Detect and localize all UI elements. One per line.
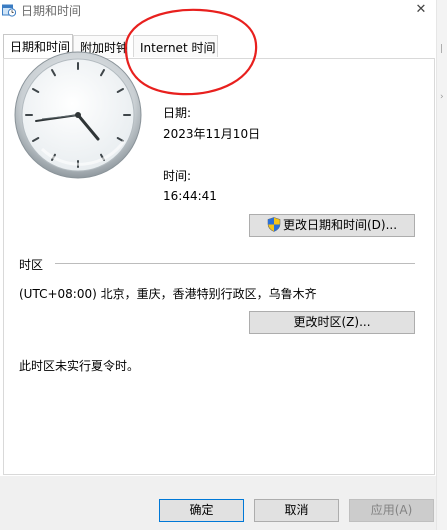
window-title: 日期和时间 [21,4,82,18]
tab-internet-time[interactable]: Internet 时间 [133,35,218,57]
calendar-clock-icon [2,4,16,17]
change-date-time-button[interactable]: 更改日期和时间(D)... [249,214,415,237]
change-timezone-button[interactable]: 更改时区(Z)... [249,311,415,334]
separator-mark-icon: | [440,44,444,54]
timezone-heading: 时区 [19,258,44,272]
dst-note: 此时区未实行夏令时。 [19,359,140,373]
ok-button[interactable]: 确定 [159,499,244,522]
background-window-edge: | › [436,0,447,530]
cancel-button[interactable]: 取消 [254,499,339,522]
uac-shield-icon [267,217,281,232]
time-label: 时间: [163,169,192,183]
apply-button[interactable]: 应用(A) [349,499,434,522]
date-value: 2023年11月10日 [163,127,261,141]
title-bar: 日期和时间 ✕ [0,0,436,22]
date-label: 日期: [163,106,192,120]
timezone-value: (UTC+08:00) 北京，重庆，香港特别行政区，乌鲁木齐 [19,287,317,301]
change-date-time-label: 更改日期和时间(D)... [282,218,398,232]
section-divider [55,263,415,264]
close-button[interactable]: ✕ [406,0,436,22]
chevron-right-icon: › [440,92,444,102]
time-value: 16:44:41 [163,189,217,203]
analog-clock [14,51,142,179]
